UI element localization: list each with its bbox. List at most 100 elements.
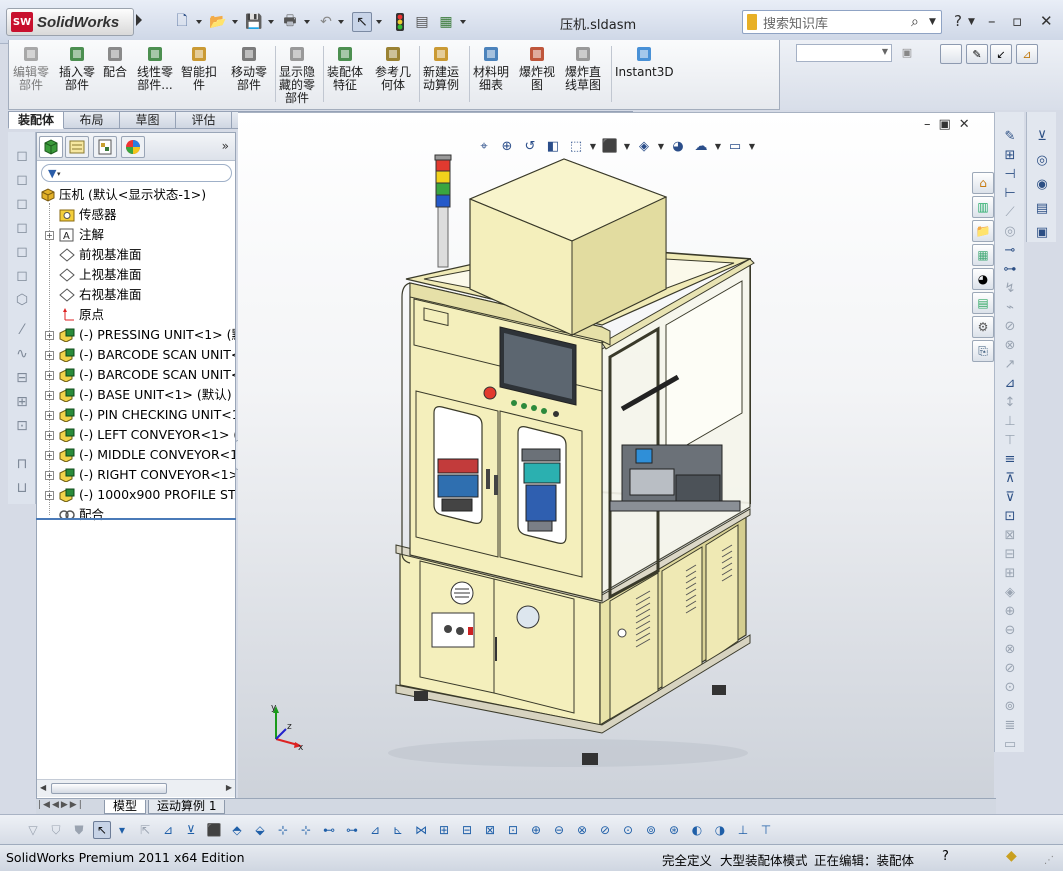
expand-plus-icon[interactable]: + <box>45 391 54 400</box>
doc-restore-icon[interactable]: ▣ <box>939 117 959 132</box>
tag-icon[interactable]: ◆ <box>1006 848 1017 864</box>
sketch-toolbar-icon[interactable]: ⊸ <box>1000 240 1020 260</box>
selection-filter-icon[interactable]: ⊿ <box>366 821 384 839</box>
tree-item[interactable]: + (-) BASE UNIT<1> (默认) <box>37 385 235 405</box>
selection-filter-icon[interactable]: ▽ <box>24 821 42 839</box>
white-box-icon[interactable] <box>940 44 962 64</box>
tree-item[interactable]: 配合 <box>37 505 235 525</box>
cube-view-icon[interactable]: ◻ <box>12 170 32 190</box>
new-motion-study-button[interactable]: 新建运 动算例 <box>423 44 459 106</box>
selection-filter-icon[interactable]: ⊾ <box>389 821 407 839</box>
check-icon[interactable]: ▣ <box>1032 222 1052 242</box>
insert-component-button[interactable]: 插入零 部件 <box>59 44 95 106</box>
hide-show-dropdown-icon[interactable]: ▼ <box>657 136 665 156</box>
selection-filter-icon[interactable]: ⊙ <box>619 821 637 839</box>
expand-plus-icon[interactable]: + <box>45 451 54 460</box>
print-dropdown-icon[interactable] <box>304 20 310 24</box>
filter-dropdown-icon[interactable]: ▾ <box>57 170 61 178</box>
sketch-toolbar-icon[interactable]: ✎ <box>1000 126 1020 146</box>
sketch-toolbar-icon[interactable]: ⌁ <box>1000 297 1020 317</box>
cube-view-icon[interactable]: ◻ <box>12 242 32 262</box>
selection-filter-icon[interactable]: ⊤ <box>757 821 775 839</box>
sketch-toolbar-icon[interactable]: ⊗ <box>1000 639 1020 659</box>
zoom-to-area-icon[interactable]: ⊕ <box>497 136 517 156</box>
options-dropdown-icon[interactable] <box>460 20 466 24</box>
selection-filter-icon[interactable]: ⊚ <box>642 821 660 839</box>
toolbox-icon[interactable]: ⚙ <box>972 316 994 338</box>
sketch-toolbar-icon[interactable]: ↕ <box>1000 392 1020 412</box>
selection-filter-icon[interactable]: ⊕ <box>527 821 545 839</box>
configuration-manager-tab[interactable] <box>93 136 117 158</box>
solidworks-menu-button[interactable]: SW SolidWorks <box>6 8 134 36</box>
relations-icon[interactable]: ↙ <box>990 44 1012 64</box>
settings-dropdown-icon[interactable]: ▼ <box>748 136 756 156</box>
edit-component-button[interactable]: 编辑零 部件 <box>13 44 49 106</box>
tree-item[interactable]: + (-) PIN CHECKING UNIT<1 <box>37 405 235 425</box>
cube-view-icon[interactable]: ◻ <box>12 218 32 238</box>
press-machine-model[interactable] <box>238 113 994 799</box>
expand-plus-icon[interactable]: + <box>45 331 54 340</box>
help-status-icon[interactable]: ? <box>942 849 949 864</box>
scrollbar-thumb[interactable] <box>51 783 167 794</box>
menu-expand-arrow-icon[interactable] <box>136 14 142 26</box>
tree-horizontal-scrollbar[interactable]: ◀ ▶ <box>37 779 235 797</box>
search-icon[interactable]: ⌕ <box>911 14 929 30</box>
scene-dropdown-icon[interactable]: ▼ <box>714 136 722 156</box>
bom-button[interactable]: 材料明 细表 <box>473 44 509 106</box>
open-dropdown-icon[interactable] <box>232 20 238 24</box>
tab-1[interactable]: 布局 <box>64 111 120 129</box>
design-library-icon[interactable]: ▥ <box>972 196 994 218</box>
selection-filter-icon[interactable]: ⊛ <box>665 821 683 839</box>
undo-icon[interactable]: ↶ <box>316 12 336 32</box>
exploded-view-button[interactable]: 爆炸视 图 <box>519 44 555 106</box>
sketch-toolbar-icon[interactable]: ⊘ <box>1000 658 1020 678</box>
tree-item[interactable]: + (-) RIGHT CONVEYOR<1> <box>37 465 235 485</box>
selection-filter-icon[interactable]: ⊡ <box>504 821 522 839</box>
sketch-tool-icon[interactable]: ⊞ <box>12 392 32 412</box>
sketch-toolbar-icon[interactable]: ⊿ <box>1000 373 1020 393</box>
view-settings-icon[interactable]: ▭ <box>725 136 745 156</box>
sketch-toolbar-icon[interactable]: ⊡ <box>1000 506 1020 526</box>
sketch-tool-icon[interactable]: ✎ <box>966 44 988 64</box>
selection-filter-icon[interactable]: ⊞ <box>435 821 453 839</box>
selection-filter-icon[interactable]: ⊿ <box>159 821 177 839</box>
sketch-toolbar-icon[interactable]: ⊤ <box>1000 430 1020 450</box>
tree-item[interactable]: 右视基准面 <box>37 285 235 305</box>
display-manager-tab[interactable] <box>121 136 145 158</box>
tree-item[interactable]: + A 注解 <box>37 225 235 245</box>
sketch-toolbar-icon[interactable]: ⟋ <box>1000 202 1020 222</box>
selection-filter-icon[interactable]: ⊟ <box>458 821 476 839</box>
section-view-icon[interactable]: ◧ <box>543 136 563 156</box>
configuration-combo[interactable]: ▼ <box>796 44 892 62</box>
expand-plus-icon[interactable]: + <box>45 471 54 480</box>
previous-view-icon[interactable]: ↺ <box>520 136 540 156</box>
tree-item[interactable]: + (-) BARCODE SCAN UNIT< <box>37 365 235 385</box>
document-recovery-icon[interactable]: ⎘ <box>972 340 994 362</box>
tree-root-assembly[interactable]: 压机 (默认<显示状态-1>) <box>37 185 235 205</box>
sketch-toolbar-icon[interactable]: ↯ <box>1000 278 1020 298</box>
view-settings-icon[interactable]: ▣ <box>896 42 918 62</box>
display-style-icon[interactable]: ⬛ <box>600 136 620 156</box>
restore-window-icon[interactable]: ▫ <box>1012 12 1022 30</box>
select-dropdown-icon[interactable] <box>376 20 382 24</box>
sketch-toolbar-icon[interactable]: ⊶ <box>1000 259 1020 279</box>
sketch-toolbar-icon[interactable]: ⊖ <box>1000 620 1020 640</box>
new-document-icon[interactable]: 🗋 <box>172 12 192 32</box>
sketch-toolbar-icon[interactable]: ⊞ <box>1000 563 1020 583</box>
help-dropdown-icon[interactable]: ▼ <box>968 17 975 27</box>
selection-filter-icon[interactable]: ↖ <box>93 821 111 839</box>
sketch-toolbar-icon[interactable]: ⊥ <box>1000 411 1020 431</box>
cube-view-icon[interactable]: ◻ <box>12 266 32 286</box>
sketch-toolbar-icon[interactable]: ◎ <box>1000 221 1020 241</box>
tree-item[interactable]: 原点 <box>37 305 235 325</box>
undo-dropdown-icon[interactable] <box>338 20 344 24</box>
apply-scene-icon[interactable]: ☁ <box>691 136 711 156</box>
expand-tabs-chevron-icon[interactable]: » <box>222 139 229 153</box>
tree-item[interactable]: + (-) BARCODE SCAN UNIT< <box>37 345 235 365</box>
tree-item[interactable]: + (-) MIDDLE CONVEYOR<1: <box>37 445 235 465</box>
feature-tree-tab[interactable] <box>39 136 63 158</box>
doc-close-icon[interactable]: ✕ <box>959 117 978 132</box>
display-dropdown-icon[interactable]: ▼ <box>623 136 631 156</box>
selection-filter-icon[interactable]: ⊠ <box>481 821 499 839</box>
explode-line-sketch-button[interactable]: 爆炸直 线草图 <box>565 44 601 106</box>
